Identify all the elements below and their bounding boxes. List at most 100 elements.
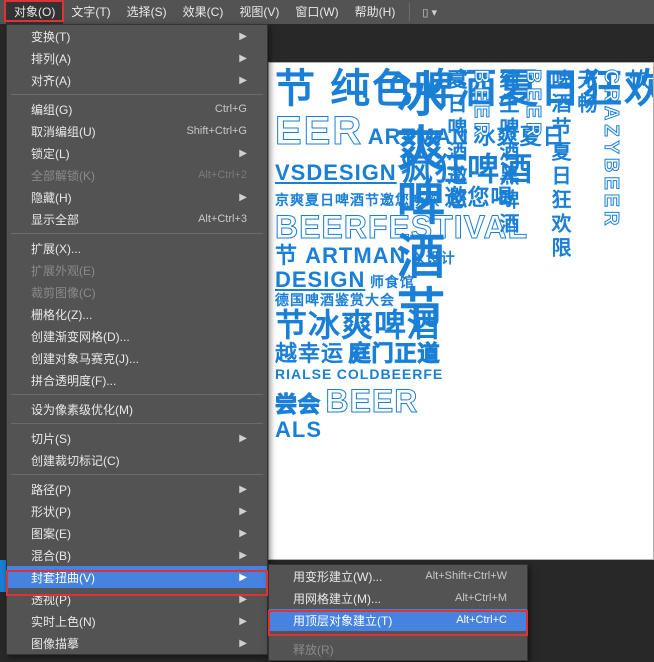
menu-separator [11, 394, 263, 395]
chevron-right-icon: ▶ [239, 506, 247, 517]
menu-item[interactable]: 栅格化(Z)... [7, 303, 267, 325]
menu-item-shortcut: Alt+Ctrl+2 [198, 169, 247, 181]
menu-item-label: 设为像素级优化(M) [31, 401, 247, 418]
submenu-item[interactable]: 用顶层对象建立(T)Alt+Ctrl+C [269, 609, 527, 631]
submenu-item[interactable]: 用网格建立(M)...Alt+Ctrl+M [269, 587, 527, 609]
art-text: 越幸运 [275, 341, 344, 366]
menu-item-label: 透视(P) [31, 591, 231, 608]
submenu-item-shortcut: Alt+Ctrl+C [456, 614, 507, 626]
menu-item: 扩展外观(E) [7, 259, 267, 281]
menu-item[interactable]: 隐藏(H) ▶ [7, 186, 267, 208]
menu-window[interactable]: 窗口(W) [287, 0, 346, 24]
menu-item-label: 实时上色(N) [31, 613, 231, 630]
menu-item[interactable]: 设为像素级优化(M) [7, 398, 267, 420]
menu-item[interactable]: 拼合透明度(F)... [7, 369, 267, 391]
menu-item-label: 裁剪图像(C) [31, 284, 247, 301]
art-text: EER [275, 109, 363, 153]
submenu-item: 释放(R) [269, 638, 527, 660]
menu-item[interactable]: 创建对象马赛克(J)... [7, 347, 267, 369]
menu-item[interactable]: 显示全部Alt+Ctrl+3 [7, 208, 267, 230]
chevron-right-icon: ▶ [239, 75, 247, 86]
menu-item[interactable]: 切片(S)▶ [7, 427, 267, 449]
menu-item[interactable]: 图案(E) ▶ [7, 522, 267, 544]
art-text-vertical: 夏日啤酒邀您 [445, 69, 465, 553]
chevron-right-icon: ▶ [239, 550, 247, 561]
menu-item-shortcut: Ctrl+G [215, 103, 247, 115]
art-text: 尝会 [275, 392, 321, 417]
menu-item[interactable]: 实时上色(N) ▶ [7, 610, 267, 632]
menu-item[interactable]: 编组(G)Ctrl+G [7, 98, 267, 120]
menu-item[interactable]: 图像描摹 ▶ [7, 632, 267, 654]
menu-item: 全部解锁(K)Alt+Ctrl+2 [7, 164, 267, 186]
menu-effect[interactable]: 效果(C) [175, 0, 232, 24]
menu-item[interactable]: 创建渐变网格(D)... [7, 325, 267, 347]
art-text: DESIGN [275, 267, 365, 292]
art-text-vertical: BEER [523, 69, 543, 553]
menu-text[interactable]: 文字(T) [63, 0, 118, 24]
menu-item-label: 路径(P) [31, 481, 231, 498]
menu-item-label: 封套扭曲(V) [31, 569, 231, 586]
menu-separator [11, 423, 263, 424]
envelope-distort-submenu: 用变形建立(W)...Alt+Shift+Ctrl+W用网格建立(M)...Al… [268, 564, 528, 661]
canvas-artboard[interactable]: 节 纯色啤酒夏日狂欢 EER ARTMAN 冰爽夏日 VSDESIGN 疯狂啤酒… [268, 62, 654, 560]
menu-separator [11, 233, 263, 234]
menu-view[interactable]: 视图(V) [231, 0, 287, 24]
menu-item-label: 隐藏(H) [31, 189, 231, 206]
chevron-right-icon: ▶ [239, 192, 247, 203]
art-text-vertical: 啤酒节夏日狂欢限 [549, 69, 569, 553]
menu-item[interactable]: 透视(P) ▶ [7, 588, 267, 610]
menu-object[interactable]: 对象(O) [6, 0, 63, 24]
menu-item-shortcut: Shift+Ctrl+G [186, 125, 247, 137]
menu-item-label: 扩展外观(E) [31, 262, 247, 279]
submenu-item-shortcut: Alt+Shift+Ctrl+W [425, 570, 507, 582]
menu-item[interactable]: 锁定(L) ▶ [7, 142, 267, 164]
menu-item[interactable]: 路径(P)▶ [7, 478, 267, 500]
menu-item[interactable]: 变换(T)▶ [7, 25, 267, 47]
menu-help[interactable]: 帮助(H) [347, 0, 404, 24]
chevron-right-icon: ▶ [239, 148, 247, 159]
menu-item: 裁剪图像(C) [7, 281, 267, 303]
menu-separator [11, 94, 263, 95]
menu-item-shortcut: Alt+Ctrl+3 [198, 213, 247, 225]
menu-item-label: 图像描摹 [31, 635, 231, 652]
menu-item-label: 变换(T) [31, 28, 231, 45]
menubar-separator [409, 3, 410, 21]
art-text: 节 ARTMAN [275, 243, 406, 268]
menu-item[interactable]: 创建裁切标记(C) [7, 449, 267, 471]
chevron-right-icon: ▶ [239, 572, 247, 583]
menu-separator [273, 634, 523, 635]
menu-item[interactable]: 对齐(A) ▶ [7, 69, 267, 91]
chevron-right-icon: ▶ [239, 528, 247, 539]
menu-select[interactable]: 选择(S) [119, 0, 175, 24]
menu-item[interactable]: 排列(A)▶ [7, 47, 267, 69]
menu-item-label: 排列(A) [31, 50, 231, 67]
menu-item[interactable]: 取消编组(U)Shift+Ctrl+G [7, 120, 267, 142]
menu-item-label: 全部解锁(K) [31, 167, 198, 184]
art-text-vertical: 无畅 [575, 69, 595, 553]
menu-item-label: 锁定(L) [31, 145, 231, 162]
menu-item-label: 编组(G) [31, 101, 215, 118]
menu-item-label: 形状(P) [31, 503, 231, 520]
menu-item[interactable]: 混合(B)▶ [7, 544, 267, 566]
submenu-item[interactable]: 用变形建立(W)...Alt+Shift+Ctrl+W [269, 565, 527, 587]
submenu-item-label: 释放(R) [293, 641, 507, 658]
menu-item-label: 图案(E) [31, 525, 231, 542]
art-text: RIALSE [275, 366, 332, 382]
menu-item-label: 拼合透明度(F)... [31, 372, 247, 389]
chevron-right-icon: ▶ [239, 638, 247, 649]
chevron-right-icon: ▶ [239, 616, 247, 627]
menu-separator [11, 474, 263, 475]
art-text-vertical: BEER [471, 69, 491, 553]
menu-item-label: 对齐(A) [31, 72, 231, 89]
menu-item-label: 栅格化(Z)... [31, 306, 247, 323]
chevron-right-icon: ▶ [239, 594, 247, 605]
workspace-switcher-icon[interactable]: ▯ ▾ [416, 6, 443, 19]
chevron-right-icon: ▶ [239, 433, 247, 444]
menu-item[interactable]: 封套扭曲(V) ▶ [7, 566, 267, 588]
menu-item[interactable]: 扩展(X)... [7, 237, 267, 259]
art-text-vertical: 冰爽啤酒节 [391, 69, 439, 553]
menu-item-label: 扩展(X)... [31, 240, 247, 257]
art-text-vertical: 饮 [627, 69, 647, 553]
menu-item[interactable]: 形状(P) ▶ [7, 500, 267, 522]
submenu-item-label: 用变形建立(W)... [293, 568, 425, 585]
